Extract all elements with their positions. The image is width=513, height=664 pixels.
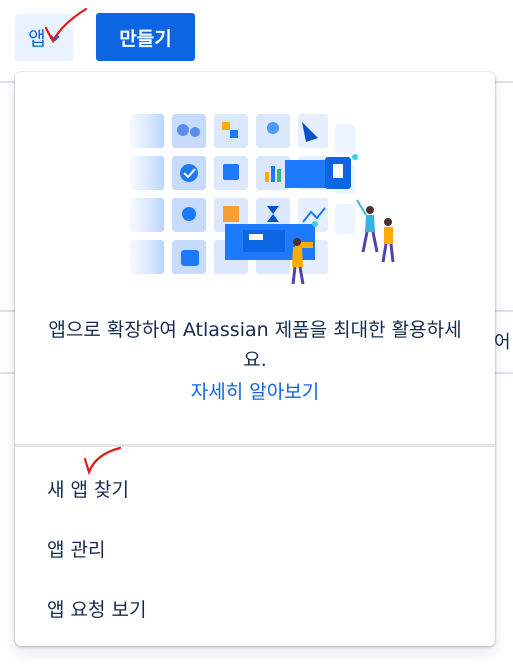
menu-item-view-app-requests[interactable]: 앱 요청 보기	[15, 578, 495, 638]
check-annotation-mark	[83, 446, 122, 476]
background-partial-text: 어	[494, 332, 511, 353]
menu-item-label: 새 앱 찾기	[47, 478, 129, 501]
menu-item-manage-apps[interactable]: 앱 관리	[15, 518, 495, 578]
learn-more-link[interactable]: 자세히 알아보기	[191, 377, 319, 407]
apps-illustration	[130, 114, 395, 285]
apps-promo: 앱으로 확장하여 Atlassian 제품을 최대한 활용하세요. 자세히 알아…	[15, 315, 495, 407]
apps-menu-list: 새 앱 찾기 앱 관리 앱 요청 보기	[15, 458, 495, 638]
apps-dropdown-menu: 앱으로 확장하여 Atlassian 제품을 최대한 활용하세요. 자세히 알아…	[15, 72, 495, 646]
check-annotation-mark	[44, 7, 88, 44]
menu-item-label: 앱 관리	[47, 538, 106, 561]
menu-item-label: 앱 요청 보기	[47, 598, 147, 621]
promo-text: 앱으로 확장하여 Atlassian 제품을 최대한 활용하세요.	[48, 319, 462, 371]
create-button[interactable]: 만들기	[96, 13, 195, 61]
page: 앱 만들기 어 앱으로 확장하여 Atlassian 제품을 최대한 활용하세요…	[0, 0, 513, 664]
